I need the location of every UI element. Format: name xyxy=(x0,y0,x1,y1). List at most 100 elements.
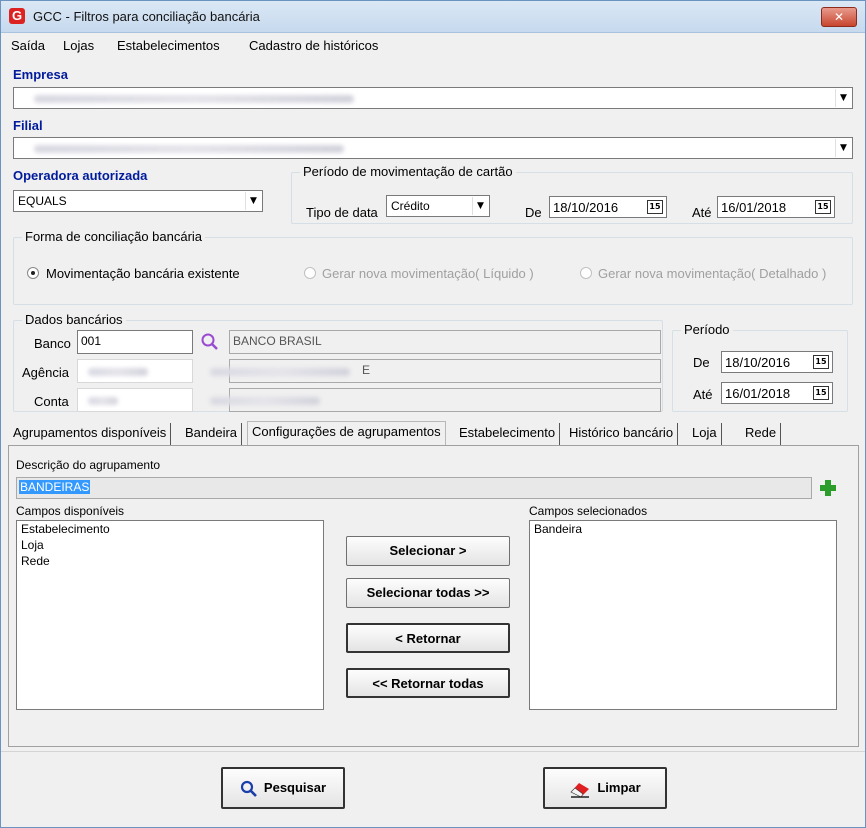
radio-nova-liquido[interactable] xyxy=(304,267,316,279)
tipo-data-label: Tipo de data xyxy=(306,205,378,220)
agencia-name-suffix: E xyxy=(362,363,371,377)
operadora-value: EQUALS xyxy=(18,194,67,208)
app-logo-icon: G xyxy=(9,8,25,24)
calendar-icon[interactable]: 15 xyxy=(813,386,829,400)
conta-label: Conta xyxy=(34,394,69,409)
agencia-redacted xyxy=(88,368,148,376)
tab-rede[interactable]: Rede xyxy=(741,423,782,445)
retornar-todas-button[interactable]: << Retornar todas xyxy=(346,668,510,698)
list-item[interactable]: Loja xyxy=(17,537,323,553)
empresa-redacted-value xyxy=(34,95,354,103)
radio-nova-detalhado-label[interactable]: Gerar nova movimentação( Detalhado ) xyxy=(598,266,826,281)
close-button[interactable]: ✕ xyxy=(821,7,857,27)
campos-disponiveis-label: Campos disponíveis xyxy=(16,504,125,518)
dados-bancarios-title: Dados bancários xyxy=(22,312,126,327)
search-icon[interactable] xyxy=(200,332,220,352)
periodo-de-field[interactable]: 18/10/2016 15 xyxy=(721,351,833,373)
menu-estabelecimentos[interactable]: Estabelecimentos xyxy=(117,38,220,53)
tab-loja[interactable]: Loja xyxy=(688,423,722,445)
radio-movimentacao-existente-label[interactable]: Movimentação bancária existente xyxy=(46,266,240,281)
filial-select[interactable]: ▼ xyxy=(13,137,853,159)
tab-panel-configuracoes: Descrição do agrupamento BANDEIRAS Campo… xyxy=(8,445,859,747)
periodo-movimentacao-title: Período de movimentação de cartão xyxy=(300,164,516,179)
list-item[interactable]: Bandeira xyxy=(530,521,836,537)
periodo-title: Período xyxy=(681,322,733,337)
chevron-down-icon[interactable]: ▼ xyxy=(835,139,851,157)
add-icon[interactable] xyxy=(817,477,839,499)
data-inicio-field[interactable]: 18/10/2016 15 xyxy=(549,196,667,218)
agencia-name-redacted xyxy=(210,368,350,376)
menu-bar: Saída Lojas Estabelecimentos Cadastro de… xyxy=(1,33,865,57)
campos-disponiveis-list[interactable]: Estabelecimento Loja Rede xyxy=(16,520,324,710)
data-fim-field[interactable]: 16/01/2018 15 xyxy=(717,196,835,218)
menu-lojas[interactable]: Lojas xyxy=(63,38,94,53)
title-bar: G GCC - Filtros para conciliação bancári… xyxy=(1,1,865,33)
window-title: GCC - Filtros para conciliação bancária xyxy=(33,9,260,24)
descricao-label: Descrição do agrupamento xyxy=(16,458,161,472)
periodo-group: Período De 18/10/2016 15 Até 16/01/2018 … xyxy=(672,322,848,412)
tab-historico-bancario[interactable]: Histórico bancário xyxy=(565,423,679,445)
data-fim-value: 16/01/2018 xyxy=(721,200,787,215)
ate-label: Até xyxy=(692,205,712,220)
calendar-icon[interactable]: 15 xyxy=(815,200,831,214)
limpar-label: Limpar xyxy=(597,780,641,795)
retornar-button[interactable]: < Retornar xyxy=(346,623,510,653)
operadora-select[interactable]: EQUALS ▼ xyxy=(13,190,263,212)
pesquisar-button[interactable]: Pesquisar xyxy=(221,767,345,809)
data-inicio-value: 18/10/2016 xyxy=(553,200,619,215)
search-icon xyxy=(240,780,257,797)
periodo-ate-value: 16/01/2018 xyxy=(725,386,791,401)
periodo-de-label: De xyxy=(693,355,710,370)
menu-cadastro-historicos[interactable]: Cadastro de históricos xyxy=(249,38,378,53)
banco-code-value: 001 xyxy=(81,334,102,348)
de-label: De xyxy=(525,205,542,220)
tab-estabelecimento[interactable]: Estabelecimento xyxy=(455,423,561,445)
empresa-select[interactable]: ▼ xyxy=(13,87,853,109)
chevron-down-icon[interactable]: ▼ xyxy=(835,89,851,107)
tipo-data-select[interactable]: Crédito ▼ xyxy=(386,195,490,217)
radio-movimentacao-existente[interactable] xyxy=(27,267,39,279)
filial-label: Filial xyxy=(13,118,43,133)
conta-redacted xyxy=(88,397,118,405)
conta-input[interactable] xyxy=(77,388,193,412)
operadora-label: Operadora autorizada xyxy=(13,168,148,183)
chevron-down-icon[interactable]: ▼ xyxy=(245,192,261,210)
limpar-button[interactable]: Limpar xyxy=(543,767,667,809)
radio-nova-detalhado[interactable] xyxy=(580,267,592,279)
agencia-name-field: E xyxy=(210,359,661,383)
calendar-icon[interactable]: 15 xyxy=(647,200,663,214)
list-item[interactable]: Rede xyxy=(17,553,323,569)
calendar-icon[interactable]: 15 xyxy=(813,355,829,369)
periodo-ate-field[interactable]: 16/01/2018 15 xyxy=(721,382,833,404)
tab-bandeira[interactable]: Bandeira xyxy=(181,423,243,445)
list-item[interactable]: Estabelecimento xyxy=(17,521,323,537)
tab-bar: Agrupamentos disponíveis Bandeira Config… xyxy=(5,421,861,447)
tipo-data-value: Crédito xyxy=(391,199,430,213)
chevron-down-icon[interactable]: ▼ xyxy=(472,197,488,215)
selecionar-todas-button[interactable]: Selecionar todas >> xyxy=(346,578,510,608)
conta-name-field xyxy=(210,388,661,412)
banco-code-input[interactable]: 001 xyxy=(77,330,193,354)
periodo-ate-label: Até xyxy=(693,387,713,402)
descricao-input[interactable]: BANDEIRAS xyxy=(16,477,812,499)
bottom-button-bar: Pesquisar Limpar xyxy=(1,751,865,827)
tab-configuracoes-agrupamentos[interactable]: Configurações de agrupamentos xyxy=(247,421,446,447)
conta-name-redacted xyxy=(210,397,320,405)
empresa-label: Empresa xyxy=(13,67,68,82)
agencia-input[interactable] xyxy=(77,359,193,383)
selecionar-button[interactable]: Selecionar > xyxy=(346,536,510,566)
campos-selecionados-label: Campos selecionados xyxy=(529,504,648,518)
main-window: G GCC - Filtros para conciliação bancári… xyxy=(0,0,866,828)
periodo-movimentacao-group: Período de movimentação de cartão Tipo d… xyxy=(291,164,853,224)
radio-nova-liquido-label[interactable]: Gerar nova movimentação( Líquido ) xyxy=(322,266,534,281)
eraser-icon xyxy=(570,782,590,798)
banco-name-field: BANCO BRASIL xyxy=(229,330,661,354)
agencia-label: Agência xyxy=(22,365,69,380)
campos-selecionados-list[interactable]: Bandeira xyxy=(529,520,837,710)
forma-conciliacao-title: Forma de conciliação bancária xyxy=(22,229,206,244)
pesquisar-label: Pesquisar xyxy=(263,780,327,795)
filial-redacted-value xyxy=(34,145,344,153)
tab-agrupamentos-disponiveis[interactable]: Agrupamentos disponíveis xyxy=(9,423,172,445)
banco-label: Banco xyxy=(34,336,71,351)
menu-saida[interactable]: Saída xyxy=(11,38,45,53)
